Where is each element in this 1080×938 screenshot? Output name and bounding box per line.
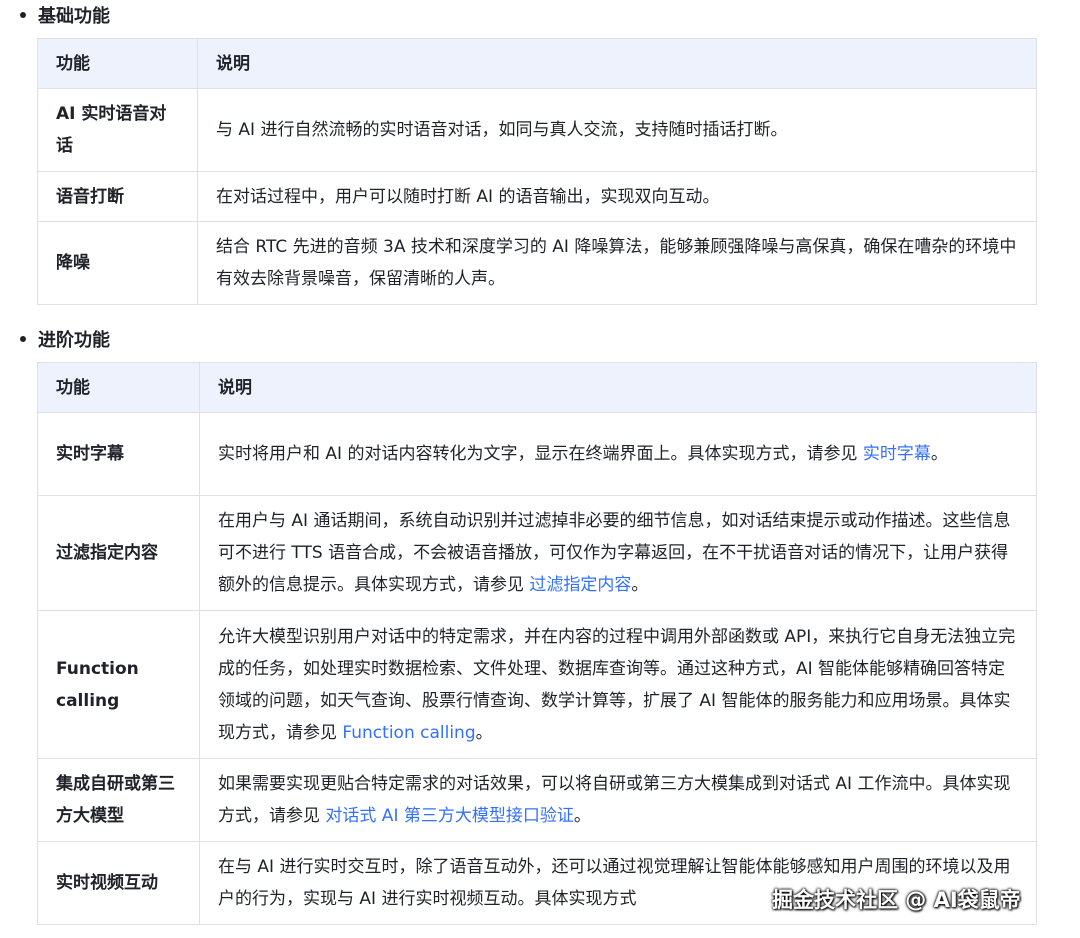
description-cell: 结合 RTC 先进的音频 3A 技术和深度学习的 AI 降噪算法，能够兼顾强降噪…: [197, 221, 1037, 305]
description-cell: 允许大模型识别用户对话中的特定需求，并在内容的过程中调用外部函数或 API，来执…: [199, 610, 1037, 759]
section-title-basic: 基础功能: [18, 0, 110, 30]
watermark-text: 掘金技术社区 @ AI袋鼠帝: [772, 888, 1021, 912]
table-row: Function calling 允许大模型识别用户对话中的特定需求，并在内容的…: [37, 610, 1037, 759]
feature-cell: 集成自研或第三方大模型: [37, 758, 200, 842]
section-title-text: 进阶功能: [38, 330, 110, 351]
advanced-features-table: 功能 说明 实时字幕 实时将用户和 AI 的对话内容转化为文字，显示在终端界面上…: [37, 362, 1037, 925]
header-description: 说明: [197, 38, 1037, 89]
table-row: 集成自研或第三方大模型 如果需要实现更贴合特定需求的对话效果，可以将自研或第三方…: [37, 758, 1037, 842]
feature-cell: Function calling: [37, 610, 200, 759]
header-feature: 功能: [37, 38, 198, 89]
header-feature: 功能: [37, 362, 200, 413]
feature-cell: AI 实时语音对话: [37, 88, 198, 172]
description-tail: 。: [930, 444, 948, 464]
feature-cell: 实时视频互动: [37, 841, 200, 925]
table-header-row: 功能 说明: [37, 362, 1037, 413]
table-row: 实时字幕 实时将用户和 AI 的对话内容转化为文字，显示在终端界面上。具体实现方…: [37, 412, 1037, 496]
header-description: 说明: [199, 362, 1037, 413]
description-cell: 与 AI 进行自然流畅的实时语音对话，如同与真人交流，支持随时插话打断。: [197, 88, 1037, 172]
description-cell: 在用户与 AI 通话期间，系统自动识别并过滤掉非必要的细节信息，如对话结束提示或…: [199, 495, 1037, 611]
bullet-icon: [20, 12, 26, 18]
basic-features-table: 功能 说明 AI 实时语音对话 与 AI 进行自然流畅的实时语音对话，如同与真人…: [37, 38, 1037, 305]
table-row: 语音打断 在对话过程中，用户可以随时打断 AI 的语音输出，实现双向互动。: [37, 171, 1037, 222]
table-row: 过滤指定内容 在用户与 AI 通话期间，系统自动识别并过滤掉非必要的细节信息，如…: [37, 495, 1037, 611]
doc-link-filter-content[interactable]: 过滤指定内容: [529, 575, 631, 595]
feature-cell: 降噪: [37, 221, 198, 305]
description-cell: 如果需要实现更贴合特定需求的对话效果，可以将自研或第三方大模集成到对话式 AI …: [199, 758, 1037, 842]
feature-cell: 过滤指定内容: [37, 495, 200, 611]
table-row: AI 实时语音对话 与 AI 进行自然流畅的实时语音对话，如同与真人交流，支持随…: [37, 88, 1037, 172]
description-text: 允许大模型识别用户对话中的特定需求，并在内容的过程中调用外部函数或 API，来执…: [218, 626, 1016, 743]
description-cell: 在对话过程中，用户可以随时打断 AI 的语音输出，实现双向互动。: [197, 171, 1037, 222]
doc-link-realtime-subtitle[interactable]: 实时字幕: [863, 444, 931, 464]
feature-cell: 语音打断: [37, 171, 198, 222]
description-cell: 实时将用户和 AI 的对话内容转化为文字，显示在终端界面上。具体实现方式，请参见…: [199, 412, 1037, 496]
description-tail: 。: [631, 575, 649, 595]
description-text: 实时将用户和 AI 的对话内容转化为文字，显示在终端界面上。具体实现方式，请参见: [218, 444, 863, 464]
table-row: 降噪 结合 RTC 先进的音频 3A 技术和深度学习的 AI 降噪算法，能够兼顾…: [37, 221, 1037, 305]
feature-cell: 实时字幕: [37, 412, 200, 496]
doc-link-function-calling[interactable]: Function calling: [342, 723, 475, 743]
section-title-text: 基础功能: [38, 6, 110, 27]
table-header-row: 功能 说明: [37, 38, 1037, 89]
bullet-icon: [20, 336, 26, 342]
section-title-advanced: 进阶功能: [18, 324, 110, 354]
description-tail: 。: [475, 722, 493, 743]
doc-link-third-party-model[interactable]: 对话式 AI 第三方大模型接口验证: [325, 806, 573, 826]
description-tail: 。: [573, 806, 591, 826]
